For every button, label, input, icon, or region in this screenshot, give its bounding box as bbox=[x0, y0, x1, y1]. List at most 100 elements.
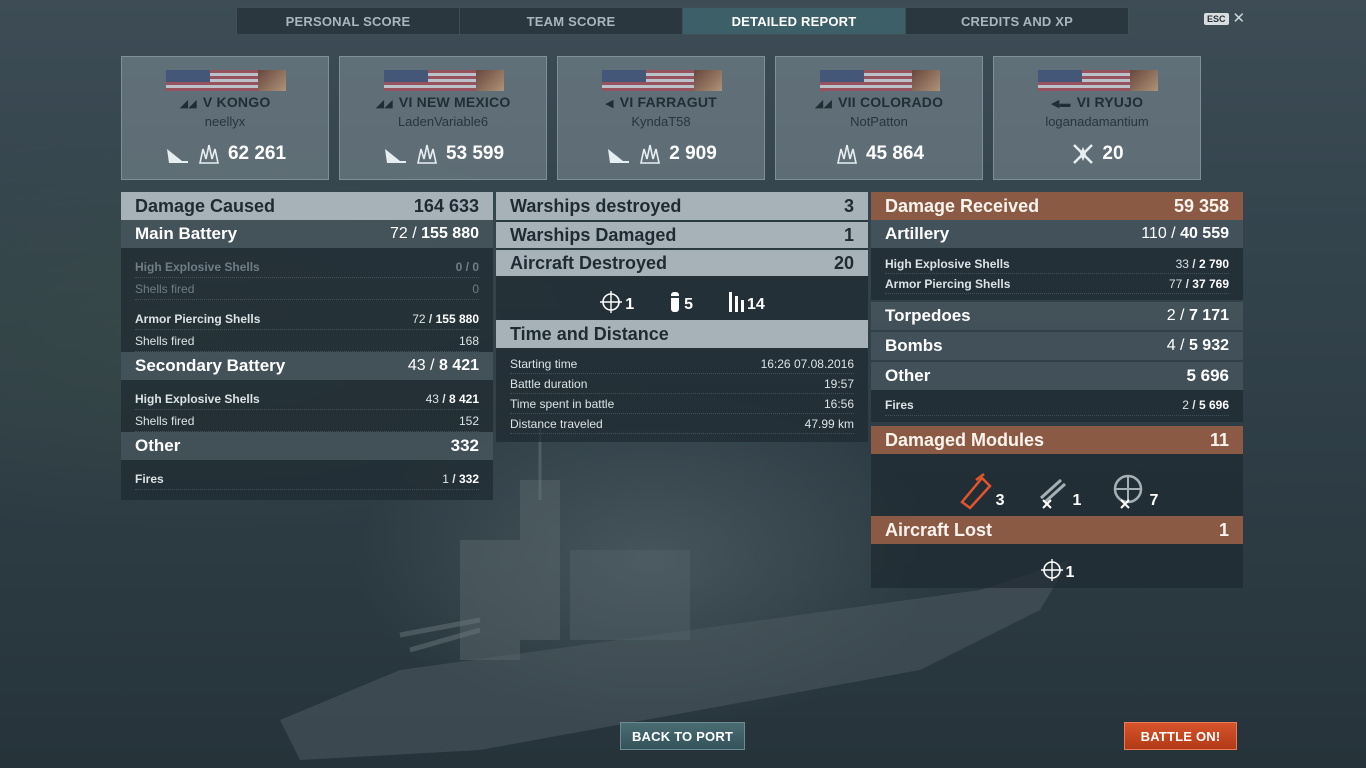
shells-fired-row: Shells fired 152 bbox=[135, 410, 479, 432]
player-name: loganadamantium bbox=[1045, 114, 1149, 129]
shells-fired-row: Shells fired 0 bbox=[135, 278, 479, 300]
he-shells-row: High Explosive Shells 0 / 0 bbox=[135, 256, 479, 278]
flag-icon bbox=[602, 70, 722, 91]
close-button[interactable]: ESC ✕ bbox=[1204, 10, 1246, 27]
damaged-modules-list: 3 1 7 bbox=[871, 454, 1243, 516]
shells-fired-row: Shells fired 168 bbox=[135, 330, 479, 352]
player-card-new-mexico[interactable]: ◢◢ VI NEW MEXICO LadenVariable6 53 599 bbox=[339, 56, 547, 180]
player-name: neellyx bbox=[204, 114, 246, 129]
player-card-colorado[interactable]: ◢◢ VII COLORADO NotPatton 45 864 bbox=[775, 56, 983, 180]
fighter-crosshair-icon bbox=[1040, 559, 1063, 581]
commander-portrait bbox=[258, 70, 286, 91]
player-name: LadenVariable6 bbox=[397, 114, 489, 129]
player-score: 45 864 bbox=[865, 143, 925, 164]
aircraft-type-breakdown: 1 5 14 bbox=[496, 276, 868, 320]
warships-destroyed-row: Warships destroyed 3 bbox=[496, 192, 868, 220]
damage-received-header: Damage Received 59 358 bbox=[871, 192, 1243, 220]
damaged-modules-header: Damaged Modules 11 bbox=[871, 426, 1243, 454]
time-and-distance-details: Starting time 16:26 07.08.2016 Battle dur… bbox=[496, 348, 868, 442]
battleship-class-icon: ◢◢ bbox=[375, 98, 393, 110]
turret-module: 1 bbox=[1033, 472, 1081, 510]
main-battery-header: Main Battery 72 / 155 880 bbox=[121, 220, 493, 248]
bomber-icon bbox=[671, 292, 680, 312]
ship-name: ◢◢ VII COLORADO bbox=[814, 94, 944, 110]
ap-shells-row: Armor Piercing Shells 72 / 155 880 bbox=[135, 308, 479, 330]
commander-portrait bbox=[1130, 70, 1158, 91]
warships-damaged-row: Warships Damaged 1 bbox=[496, 220, 868, 248]
ship-name: ◀▬ VI RYUJO bbox=[1050, 94, 1144, 110]
carrier-class-icon: ◀▬ bbox=[1050, 98, 1071, 110]
artillery-header: Artillery 110 / 40 559 bbox=[871, 220, 1243, 248]
main-battery-details: High Explosive Shells 0 / 0 Shells fired 0… bbox=[121, 248, 493, 352]
flag-icon bbox=[166, 70, 286, 91]
aircraft-lost-header: Aircraft Lost 1 bbox=[871, 516, 1243, 544]
time-and-distance-header: Time and Distance bbox=[496, 320, 868, 348]
ship-name: ◀ VI FARRAGUT bbox=[605, 94, 717, 110]
battle-duration-row: Battle duration 19:57 bbox=[510, 374, 854, 394]
aircraft-lost-list: 1 bbox=[871, 544, 1243, 588]
back-to-port-button[interactable]: BACK TO PORT bbox=[620, 722, 745, 750]
ship-name: ◢◢ VI NEW MEXICO bbox=[375, 94, 511, 110]
tab-bar: PERSONAL SCORE TEAM SCORE DETAILED REPOR… bbox=[236, 7, 1129, 35]
battleship-class-icon: ◢◢ bbox=[814, 98, 833, 110]
artillery-details: High Explosive Shells 33 / 2 790 Armor Pi… bbox=[871, 248, 1243, 300]
commander-portrait bbox=[912, 70, 940, 91]
flag-icon bbox=[1038, 70, 1158, 91]
ship-name: ◢◢ V KONGO bbox=[179, 94, 271, 110]
bombers-destroyed: 5 bbox=[668, 290, 693, 314]
damage-burst-icon bbox=[640, 144, 661, 164]
battle-on-button[interactable]: BATTLE ON! bbox=[1124, 722, 1237, 750]
commander-portrait bbox=[476, 70, 504, 91]
player-name: NotPatton bbox=[850, 114, 908, 129]
damage-burst-icon bbox=[198, 144, 219, 164]
tab-credits-and-xp[interactable]: CREDITS AND XP bbox=[906, 8, 1128, 34]
engine-module-icon bbox=[959, 473, 992, 510]
other-received-details: Fires 2 / 5 696 bbox=[871, 390, 1243, 422]
fighters-lost: 1 bbox=[1040, 558, 1074, 582]
player-card-kongo[interactable]: ◢◢ V KONGO neellyx 62 261 bbox=[121, 56, 329, 180]
he-shells-received-row: High Explosive Shells 33 / 2 790 bbox=[885, 254, 1229, 274]
tab-personal-score[interactable]: PERSONAL SCORE bbox=[237, 8, 460, 34]
other-damage-header: Other 332 bbox=[121, 432, 493, 460]
torpedo-hit-icon bbox=[608, 149, 630, 163]
player-card-ryujo[interactable]: ◀▬ VI RYUJO loganadamantium 20 bbox=[993, 56, 1201, 180]
other-received-row: Other 5 696 bbox=[871, 362, 1243, 390]
damage-caused-total: 164 633 bbox=[413, 195, 479, 216]
plane-destroyed-icon bbox=[1073, 144, 1094, 164]
secondary-battery-header: Secondary Battery 43 / 8 421 bbox=[121, 352, 493, 380]
turret-module-icon bbox=[1039, 478, 1066, 509]
summary-panel: Warships destroyed 3 Warships Damaged 1 Ai… bbox=[496, 192, 868, 442]
torpedo-hit-icon bbox=[384, 149, 406, 163]
player-score: 2 909 bbox=[669, 143, 717, 164]
tab-team-score[interactable]: TEAM SCORE bbox=[460, 8, 683, 34]
distance-traveled-row: Distance traveled 47.99 km bbox=[510, 414, 854, 434]
time-in-battle-row: Time spent in battle 16:56 bbox=[510, 394, 854, 414]
fighter-crosshair-icon bbox=[600, 291, 623, 313]
fires-row: Fires 1 / 332 bbox=[135, 468, 479, 490]
player-card-farragut[interactable]: ◀ VI FARRAGUT KyndaT58 2 909 bbox=[557, 56, 765, 180]
close-icon: ✕ bbox=[1232, 10, 1246, 27]
bombs-received-row: Bombs 4 / 5 932 bbox=[871, 332, 1243, 360]
commander-portrait bbox=[694, 70, 722, 91]
damage-caused-header: Damage Caused 164 633 bbox=[121, 192, 493, 220]
tab-detailed-report[interactable]: DETAILED REPORT bbox=[683, 8, 906, 34]
aircraft-destroyed-row: Aircraft Destroyed 20 bbox=[496, 248, 868, 276]
aa-module-icon bbox=[1114, 474, 1143, 509]
fires-received-row: Fires 2 / 5 696 bbox=[885, 394, 1229, 416]
torpedo-hit-icon bbox=[166, 149, 188, 163]
damage-burst-icon bbox=[416, 144, 437, 164]
player-score: 53 599 bbox=[445, 143, 505, 164]
other-damage-details: Fires 1 / 332 bbox=[121, 460, 493, 500]
player-score: 62 261 bbox=[227, 143, 287, 164]
damage-received-panel: Damage Received 59 358 Artillery 110 / 40… bbox=[871, 192, 1243, 588]
player-score: 20 bbox=[1102, 143, 1124, 164]
fighters-destroyed: 1 bbox=[599, 290, 634, 314]
engine-module: 3 bbox=[956, 472, 1005, 510]
battleship-class-icon: ◢◢ bbox=[179, 98, 197, 110]
secondary-battery-details: High Explosive Shells 43 / 8 421 Shells f… bbox=[121, 380, 493, 432]
torpedoes-received-row: Torpedoes 2 / 7 171 bbox=[871, 302, 1243, 330]
player-name: KyndaT58 bbox=[631, 114, 691, 129]
aa-module: 7 bbox=[1109, 472, 1158, 510]
ap-shells-received-row: Armor Piercing Shells 77 / 37 769 bbox=[885, 274, 1229, 294]
flag-icon bbox=[384, 70, 504, 91]
